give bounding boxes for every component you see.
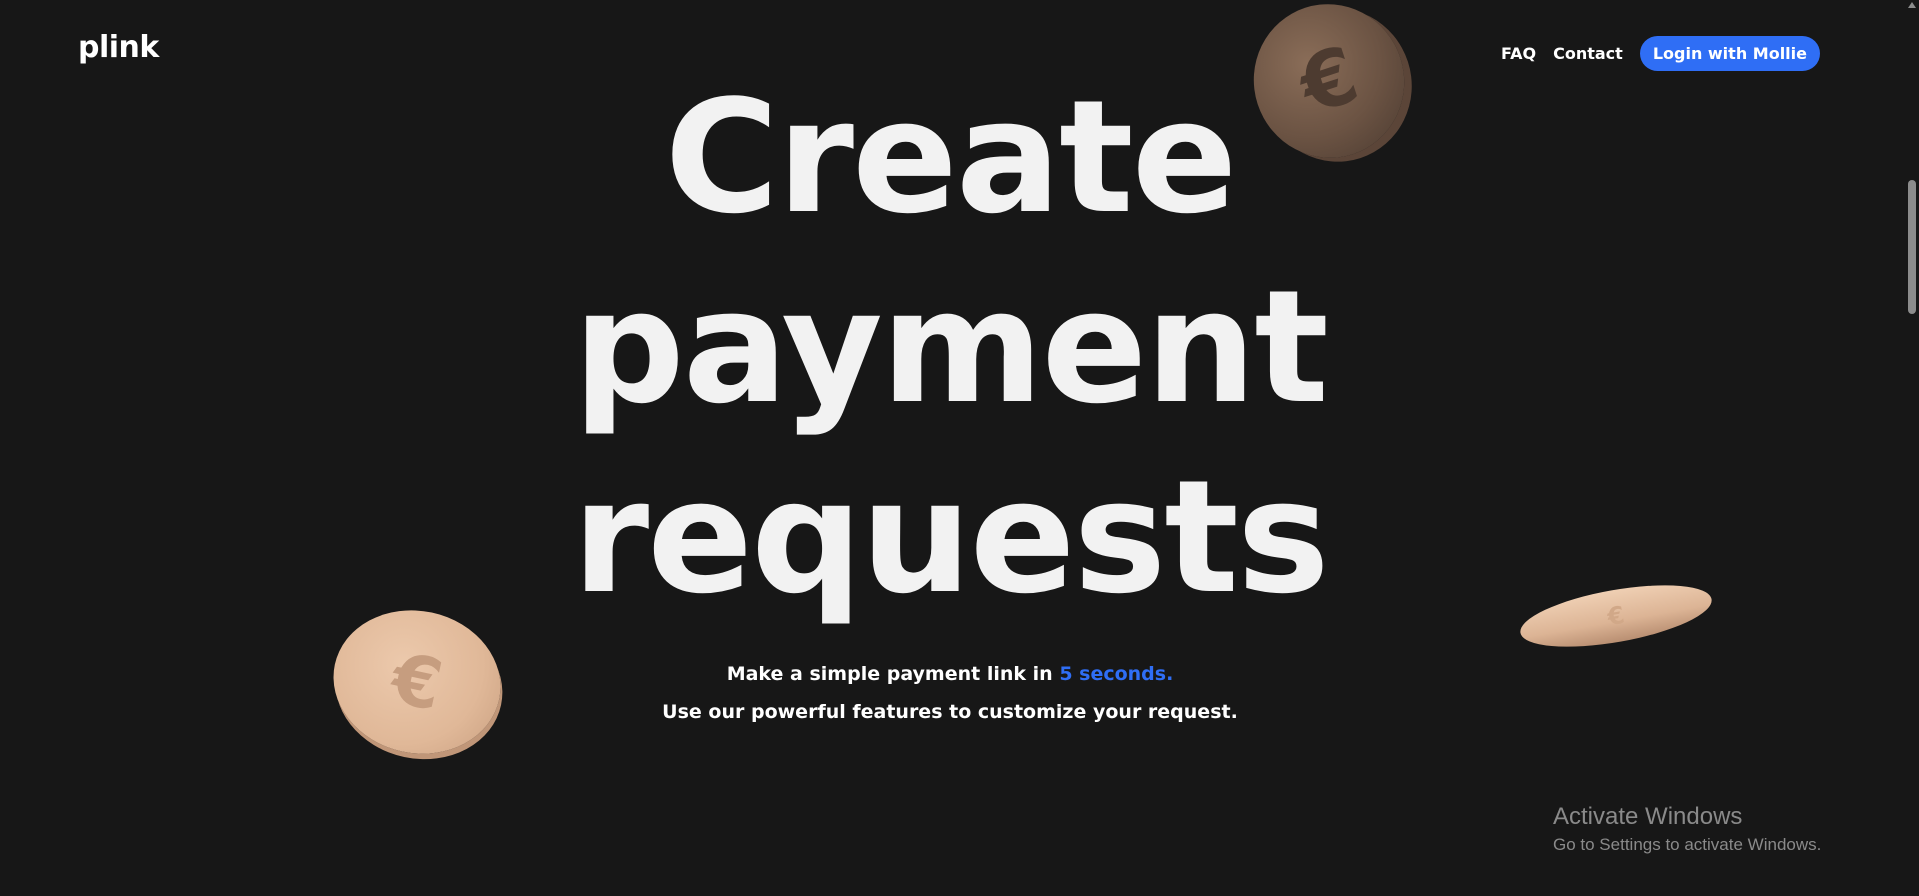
euro-symbol: €: [1605, 600, 1627, 632]
hero-subtitle: Make a simple payment link in 5 seconds.: [0, 663, 1900, 685]
scrollbar-thumb[interactable]: [1908, 180, 1916, 314]
windows-activation-watermark: Activate Windows Go to Settings to activ…: [1553, 803, 1821, 855]
hero-heading: Create payment requests: [0, 62, 1900, 632]
watermark-subtitle: Go to Settings to activate Windows.: [1553, 835, 1822, 854]
watermark-title: Activate Windows: [1553, 803, 1743, 830]
hero-line-1: Create: [664, 66, 1238, 248]
vertical-scrollbar[interactable]: [1905, 0, 1919, 896]
hero-line-2: payment: [573, 256, 1329, 438]
plink-logo[interactable]: plink: [78, 30, 159, 65]
scroll-up-arrow-icon[interactable]: [1908, 2, 1916, 8]
subtitle-text: Make a simple payment link in: [726, 663, 1060, 685]
landing-page: plink FAQ Contact Login with Mollie € Cr…: [0, 0, 1919, 896]
nav-faq-link[interactable]: FAQ: [1501, 44, 1536, 63]
subtitle-highlight: 5 seconds.: [1059, 663, 1174, 685]
nav-contact-link[interactable]: Contact: [1553, 44, 1623, 63]
hero-subtitle-line-2: Use our powerful features to customize y…: [662, 701, 1238, 723]
